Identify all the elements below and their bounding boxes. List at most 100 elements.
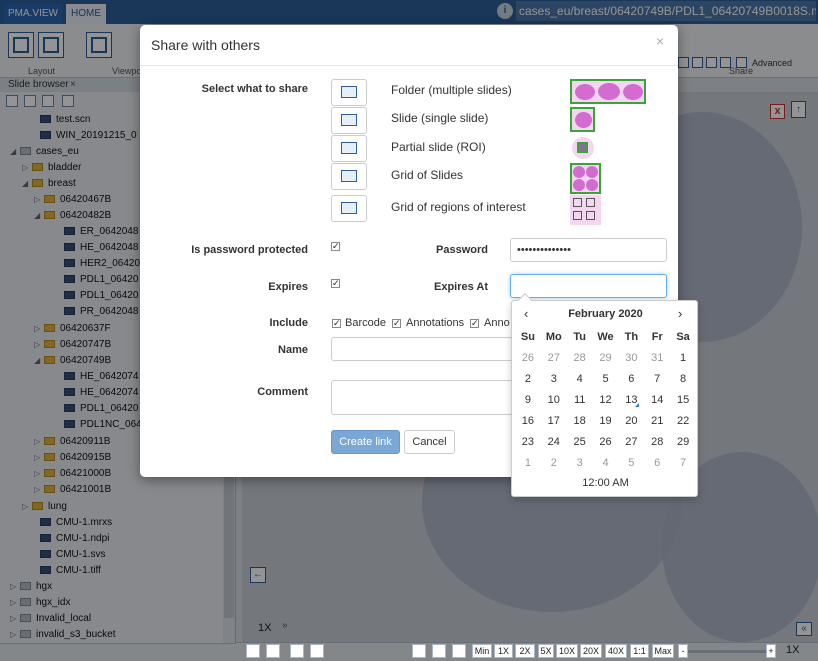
zoom-button[interactable]: 1X xyxy=(494,644,513,658)
calendar-day[interactable]: 25 xyxy=(567,432,593,453)
calendar-day[interactable]: 28 xyxy=(644,432,670,453)
zoom-button[interactable]: 20X xyxy=(580,644,602,658)
calendar-day[interactable]: 12 xyxy=(593,390,619,411)
calendar-day[interactable]: 2 xyxy=(515,369,541,390)
zoom-button[interactable]: 2X xyxy=(515,644,535,658)
calendar-day[interactable]: 13 xyxy=(618,390,644,411)
slide-icon xyxy=(341,114,357,126)
calendar-day[interactable]: 22 xyxy=(670,411,696,432)
refresh-icon[interactable] xyxy=(452,644,466,658)
calendar-day[interactable]: 29 xyxy=(670,432,696,453)
expires-checkbox[interactable]: ✓ xyxy=(331,279,340,288)
calendar-day[interactable]: 21 xyxy=(644,411,670,432)
calendar-week: 23 24 25 26 27 28 29 xyxy=(515,432,696,453)
calendar-day[interactable]: 7 xyxy=(644,369,670,390)
calendar-day[interactable]: 24 xyxy=(541,432,567,453)
calendar-day[interactable]: 5 xyxy=(593,369,619,390)
last-page-icon[interactable] xyxy=(310,644,324,658)
calendar-day[interactable]: 3 xyxy=(567,453,593,474)
calendar-week: 9 10 11 12 13 14 15 xyxy=(515,390,696,411)
calendar-day[interactable]: 6 xyxy=(644,453,670,474)
share-folder-button[interactable] xyxy=(331,79,367,106)
calendar-day[interactable]: 2 xyxy=(541,453,567,474)
calendar-day[interactable]: 28 xyxy=(567,348,593,369)
calendar-day[interactable]: 9 xyxy=(515,390,541,411)
calendar-day[interactable]: 7 xyxy=(670,453,696,474)
previous-month-icon[interactable]: ‹ xyxy=(524,306,528,321)
expires-at-field[interactable] xyxy=(510,274,667,298)
calendar-day[interactable]: 14 xyxy=(644,390,670,411)
calendar-day[interactable]: 11 xyxy=(567,390,593,411)
close-icon[interactable]: × xyxy=(656,33,664,49)
calendar-day[interactable]: 27 xyxy=(541,348,567,369)
next-month-icon[interactable]: › xyxy=(678,306,682,321)
zoom-button[interactable]: 10X xyxy=(556,644,578,658)
calendar-day[interactable]: 26 xyxy=(515,348,541,369)
next-icon[interactable] xyxy=(290,644,304,658)
calendar-day[interactable]: 1 xyxy=(515,453,541,474)
weekday-label: Mo xyxy=(545,331,562,343)
slide-thumbnail xyxy=(570,107,595,132)
zoom-button[interactable]: - xyxy=(678,644,688,658)
time-toggle[interactable]: 12:00 AM xyxy=(512,477,699,489)
calendar-day[interactable]: 15 xyxy=(670,390,696,411)
share-slide-label: Slide (single slide) xyxy=(391,111,489,125)
barcode-checkbox[interactable]: ✓ xyxy=(332,319,341,328)
calendar-day[interactable]: 31 xyxy=(644,348,670,369)
calendar-day[interactable]: 5 xyxy=(618,453,644,474)
password-field[interactable]: •••••••••••••• xyxy=(510,238,667,262)
rotate-right-icon[interactable] xyxy=(432,644,446,658)
weekday-label: We xyxy=(597,331,614,343)
roi-thumbnail xyxy=(572,137,594,159)
calendar-day[interactable]: 19 xyxy=(593,411,619,432)
calendar-day[interactable]: 30 xyxy=(618,348,644,369)
cancel-button[interactable]: Cancel xyxy=(404,430,455,454)
calendar-day[interactable]: 4 xyxy=(567,369,593,390)
share-grid-button[interactable] xyxy=(331,163,367,190)
zoom-button[interactable]: 5X xyxy=(538,644,554,658)
annotations-option-checkbox[interactable]: ✓ xyxy=(470,319,479,328)
calendar-week: 26 27 28 29 30 31 1 xyxy=(515,348,696,369)
calendar-day[interactable]: 26 xyxy=(593,432,619,453)
calendar-day[interactable]: 8 xyxy=(670,369,696,390)
name-label: Name xyxy=(278,344,308,356)
zoom-button[interactable]: 1:1 xyxy=(630,644,649,658)
create-link-button[interactable]: Create link xyxy=(331,430,400,454)
prev-icon[interactable] xyxy=(266,644,280,658)
password-protected-checkbox[interactable]: ✓ xyxy=(331,242,340,251)
share-folder-label: Folder (multiple slides) xyxy=(391,83,512,97)
expires-label: Expires xyxy=(268,281,308,293)
calendar-day[interactable]: 6 xyxy=(618,369,644,390)
name-field[interactable] xyxy=(331,337,521,361)
calendar-day[interactable]: 18 xyxy=(567,411,593,432)
calendar-day[interactable]: 10 xyxy=(541,390,567,411)
calendar-day[interactable]: 20 xyxy=(618,411,644,432)
share-grid-roi-button[interactable] xyxy=(331,195,367,222)
include-label: Include xyxy=(269,317,308,329)
zoom-button[interactable]: Max xyxy=(652,644,674,658)
calendar-day[interactable]: 3 xyxy=(541,369,567,390)
calendar-day[interactable]: 16 xyxy=(515,411,541,432)
zoom-button[interactable]: 40X xyxy=(605,644,627,658)
calendar-day[interactable]: 1 xyxy=(670,348,696,369)
calendar-day[interactable]: 23 xyxy=(515,432,541,453)
weekday-header: Su Mo Tu We Th Fr Sa xyxy=(515,327,696,348)
calendar-day[interactable]: 29 xyxy=(593,348,619,369)
zoom-button[interactable]: Min xyxy=(472,644,492,658)
first-page-icon[interactable] xyxy=(246,644,260,658)
date-picker-month[interactable]: February 2020 xyxy=(512,308,699,320)
weekday-label: Su xyxy=(520,331,535,343)
share-roi-button[interactable] xyxy=(331,135,367,162)
annotations-checkbox[interactable]: ✓ xyxy=(392,319,401,328)
folder-icon xyxy=(341,86,357,98)
grid-roi-thumbnail xyxy=(570,195,601,225)
comment-field[interactable] xyxy=(331,380,521,415)
calendar-day[interactable]: 27 xyxy=(618,432,644,453)
rotate-left-icon[interactable] xyxy=(412,644,426,658)
calendar-day[interactable]: 4 xyxy=(593,453,619,474)
calendar-day[interactable]: 17 xyxy=(541,411,567,432)
comment-label: Comment xyxy=(257,386,308,398)
grid-thumbnail xyxy=(570,163,601,194)
zoom-button[interactable]: + xyxy=(766,644,776,658)
share-slide-button[interactable] xyxy=(331,107,367,134)
